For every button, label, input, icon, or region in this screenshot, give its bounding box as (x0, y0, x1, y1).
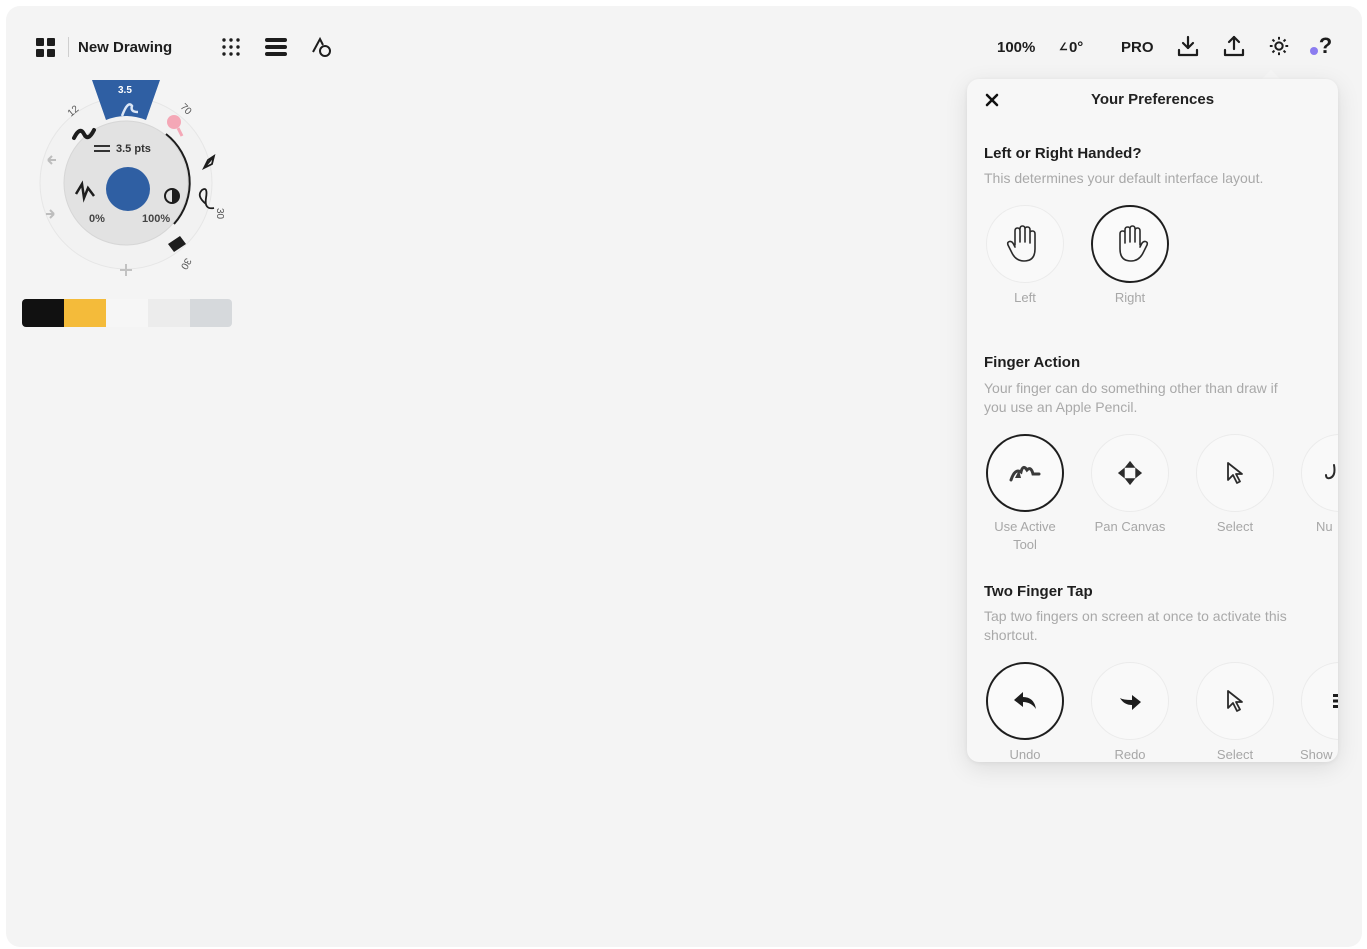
option-select-label: Select (1216, 519, 1254, 534)
angle-icon: ∠ (1059, 41, 1068, 53)
finger-action-title: Finger Action (984, 354, 1081, 371)
help-question-icon[interactable]: ? (1308, 33, 1334, 58)
option-right-hand[interactable]: Right (1088, 205, 1172, 307)
document-title[interactable]: New Drawing (78, 36, 172, 58)
brush-size-label: 3.5 pts (116, 143, 151, 155)
toolbar-divider (68, 37, 69, 57)
zoom-level[interactable]: 100% (997, 36, 1035, 58)
notification-dot (1309, 47, 1318, 55)
two-finger-tap-title: Two Finger Tap (984, 583, 1093, 600)
handed-description: This determines your default interface l… (984, 170, 1264, 186)
rotation-angle[interactable]: ∠ 0° (1059, 36, 1083, 58)
option-pan-canvas-label: Pan Canvas (1094, 519, 1166, 534)
option-nudge[interactable]: Nu (1298, 434, 1338, 536)
stroke-size-label: 30 (214, 207, 226, 220)
option-use-active-tool-label: Use Active Tool (994, 519, 1056, 552)
brush-stroke-icon[interactable] (986, 434, 1064, 512)
option-undo[interactable]: Undo (983, 662, 1067, 762)
undo-arrow-icon[interactable] (986, 662, 1064, 740)
redo-arrow-icon[interactable] (1091, 662, 1169, 740)
settings-gear-icon[interactable] (1267, 34, 1291, 58)
nudge-icon[interactable] (1301, 434, 1338, 512)
option-pan-canvas[interactable]: Pan Canvas (1088, 434, 1172, 536)
option-use-active-tool[interactable]: Use Active Tool (983, 434, 1067, 554)
opacity-min-label: 0% (89, 213, 105, 225)
current-color-dot[interactable] (106, 167, 150, 211)
option-select[interactable]: Select (1193, 434, 1277, 536)
preferences-panel: Your Preferences Left or Right Handed? T… (967, 79, 1338, 762)
option-show-label: Show (1300, 747, 1333, 762)
swatch-yellow[interactable] (64, 299, 106, 327)
cursor-icon[interactable] (1196, 434, 1274, 512)
option-undo-label: Undo (1009, 747, 1041, 762)
swatch-gray[interactable] (190, 299, 232, 327)
option-nudge-label: Nu (1316, 519, 1333, 534)
finger-action-description: Your finger can do something other than … (984, 380, 1278, 415)
swatch-white[interactable] (106, 299, 148, 327)
brush-wheel[interactable]: 3.5 3.5 pts 12 70 0% 100% 30 30 (38, 76, 236, 286)
option-left-hand[interactable]: Left (983, 205, 1067, 307)
pro-button[interactable]: PRO (1121, 36, 1154, 58)
share-upload-icon[interactable] (1222, 34, 1246, 58)
selected-size-label: 3.5 (118, 85, 132, 96)
opacity-max-label: 100% (142, 213, 171, 225)
gallery-grid-icon[interactable] (34, 36, 56, 58)
option-redo-label: Redo (1114, 747, 1146, 762)
pan-arrows-icon[interactable] (1091, 434, 1169, 512)
panel-title: Your Preferences (1090, 91, 1215, 108)
download-icon[interactable] (1176, 34, 1200, 58)
hand-right-icon[interactable] (1091, 205, 1169, 283)
option-left-label: Left (1014, 290, 1036, 305)
rotation-value: 0° (1068, 38, 1084, 56)
swatch-black[interactable] (22, 299, 64, 327)
option-show[interactable]: Show (1298, 662, 1338, 762)
grid-dots-icon[interactable] (219, 36, 243, 58)
hand-left-icon[interactable] (986, 205, 1064, 283)
option-right-label: Right (1114, 290, 1146, 305)
cursor-icon[interactable] (1196, 662, 1274, 740)
swatch-light-gray[interactable] (148, 299, 190, 327)
option-select-tap[interactable]: Select (1193, 662, 1277, 762)
top-toolbar: New Drawing 100% ∠ 0° PRO ? (6, 6, 1362, 76)
handed-title: Left or Right Handed? (984, 145, 1142, 162)
option-redo[interactable]: Redo (1088, 662, 1172, 762)
two-finger-tap-description: Tap two fingers on screen at once to act… (984, 608, 1287, 643)
shapes-icon[interactable] (309, 35, 333, 59)
layers-icon[interactable] (263, 36, 289, 58)
show-icon[interactable] (1301, 662, 1338, 740)
option-select-tap-label: Select (1216, 747, 1254, 762)
brush-preset-right-icon[interactable] (167, 115, 181, 129)
color-palette (22, 299, 232, 327)
